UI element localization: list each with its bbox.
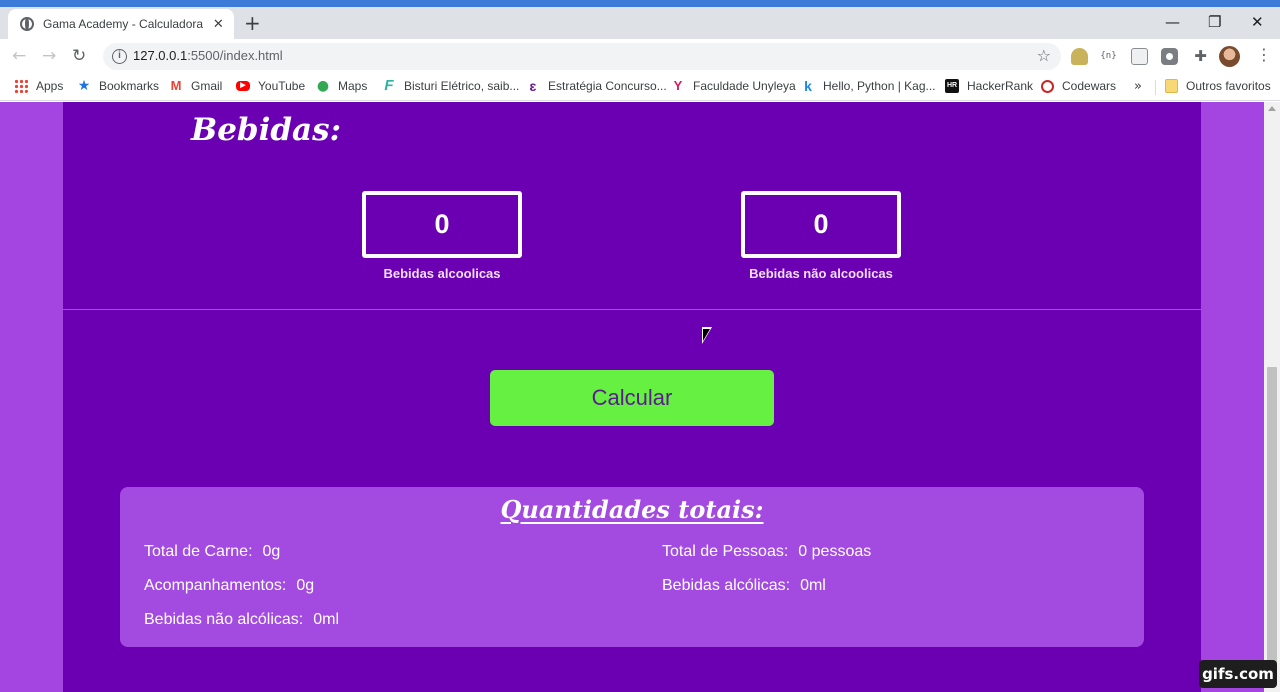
devtools-extension-icon[interactable] [1131, 48, 1148, 65]
scroll-up-arrow-icon[interactable] [1268, 106, 1276, 111]
bookmark-hackerrank[interactable]: HR HackerRank [945, 79, 1033, 93]
result-label: Bebidas alcólicas: [662, 577, 791, 594]
result-total-pessoas: Total de Pessoas: 0 pessoas [662, 543, 871, 561]
browser-tab[interactable]: Gama Academy - Calculadora de ✕ [8, 9, 234, 39]
bookmark-maps[interactable]: ● Maps [316, 79, 367, 93]
browser-menu-icon[interactable]: ⋮ [1256, 45, 1272, 65]
result-value: 0ml [313, 611, 339, 628]
bookmark-gmail[interactable]: M Gmail [169, 78, 223, 94]
scroll-thumb[interactable] [1267, 367, 1277, 667]
section-divider [63, 309, 1201, 310]
codewars-icon [1041, 79, 1054, 93]
close-tab-icon[interactable]: ✕ [211, 17, 226, 32]
hackerrank-icon: HR [945, 79, 959, 93]
bookmark-label: Hello, Python | Kag... [823, 79, 936, 93]
star-icon: ★ [77, 78, 91, 94]
minimize-button[interactable]: — [1165, 13, 1180, 31]
bookmark-estrategia[interactable]: ɛ Estratégia Concurso... [526, 79, 667, 93]
url-text: 127.0.0.1:5500/index.html [133, 48, 283, 63]
alcoholic-drinks-label: Bebidas alcoolicas [383, 266, 501, 281]
result-value: 0g [262, 543, 281, 560]
non-alcoholic-drinks-input[interactable]: 0 [741, 191, 901, 258]
unyleya-icon: Y [673, 78, 683, 93]
calculate-button[interactable]: Calcular [490, 370, 774, 426]
f-logo-icon: F [384, 77, 394, 94]
extensions-puzzle-icon[interactable]: ✚ [1192, 48, 1209, 65]
bookmark-bookmarks[interactable]: ★ Bookmarks [77, 79, 159, 93]
page-viewport: Bebidas: 0 Bebidas alcoolicas 0 Bebidas … [0, 102, 1264, 692]
result-value: 0 pessoas [798, 543, 872, 560]
mouse-cursor-icon [702, 327, 712, 344]
restore-button[interactable]: ❐ [1208, 13, 1221, 31]
bookmark-other-folder[interactable]: Outros favoritos [1165, 79, 1271, 93]
gmail-icon: M [170, 78, 182, 93]
json-extension-icon[interactable]: {n} [1100, 48, 1117, 65]
bookmark-label: Gmail [191, 79, 223, 93]
url-host: 127.0.0.1 [133, 48, 188, 63]
browser-toolbar: ← → ↻ i 127.0.0.1:5500/index.html ☆ {n} … [0, 39, 1280, 74]
site-info-icon[interactable]: i [112, 49, 127, 64]
extension-icon[interactable] [1071, 48, 1088, 65]
bookmark-label: YouTube [258, 79, 306, 93]
maps-pin-icon: ● [316, 78, 330, 94]
new-tab-button[interactable]: + [244, 13, 261, 33]
bookmark-label: Apps [36, 79, 64, 93]
camera-extension-icon[interactable] [1161, 48, 1178, 65]
tab-title: Gama Academy - Calculadora de [43, 17, 205, 31]
bookmark-codewars[interactable]: Codewars [1041, 79, 1116, 93]
result-bebidas-nao-alcoolicas: Bebidas não alcólicas: 0ml [144, 611, 339, 629]
result-total-carne: Total de Carne: 0g [144, 543, 280, 561]
apps-grid-icon [14, 79, 28, 93]
url-path: :5500/index.html [187, 48, 283, 63]
window-close-button[interactable]: ✕ [1251, 13, 1264, 31]
bookmark-apps[interactable]: Apps [14, 79, 63, 93]
reload-button[interactable]: ↻ [72, 46, 86, 66]
bookmark-label: Outros favoritos [1186, 79, 1271, 93]
bookmarks-separator [1155, 80, 1156, 95]
bookmark-label: HackerRank [967, 79, 1034, 93]
bookmark-label: Faculdade Unyleya [693, 79, 796, 93]
back-button[interactable]: ← [12, 46, 26, 66]
bookmark-star-icon[interactable]: ☆ [1037, 46, 1051, 65]
non-alcoholic-drinks-label: Bebidas não alcoolicas [749, 266, 893, 281]
window-top-border [0, 0, 1280, 7]
bookmark-youtube[interactable]: ▶ YouTube [236, 79, 305, 93]
bookmarks-bar: Apps ★ Bookmarks M Gmail ▶ YouTube ● Map… [0, 74, 1280, 101]
alcoholic-drinks-input[interactable]: 0 [362, 191, 522, 258]
folder-icon [1165, 79, 1178, 93]
result-bebidas-alcoolicas: Bebidas alcólicas: 0ml [662, 577, 826, 595]
results-title: Quantidades totais: [500, 495, 764, 524]
result-acompanhamentos: Acompanhamentos: 0g [144, 577, 314, 595]
address-bar[interactable]: i 127.0.0.1:5500/index.html ☆ [103, 43, 1061, 70]
kaggle-icon: k [804, 78, 812, 94]
bookmark-label: Codewars [1062, 79, 1117, 93]
section-title: Bebidas: [191, 112, 342, 148]
youtube-icon: ▶ [236, 81, 250, 91]
profile-avatar[interactable] [1219, 46, 1240, 67]
estrategia-icon: ɛ [529, 78, 537, 94]
bookmark-label: Estratégia Concurso... [548, 79, 667, 93]
result-label: Total de Pessoas: [662, 543, 789, 560]
forward-button[interactable]: → [42, 46, 56, 66]
gifs-watermark: gifs.com [1199, 660, 1277, 688]
calculator-panel: Bebidas: 0 Bebidas alcoolicas 0 Bebidas … [63, 102, 1201, 692]
result-value: 0g [296, 577, 315, 594]
tab-bar: Gama Academy - Calculadora de ✕ + — ❐ ✕ [0, 7, 1280, 39]
result-label: Total de Carne: [144, 543, 253, 560]
bookmark-label: Bookmarks [99, 79, 160, 93]
result-value: 0ml [800, 577, 826, 594]
bookmark-label: Maps [338, 79, 368, 93]
bookmark-unyleya[interactable]: Y Faculdade Unyleya [671, 78, 796, 94]
bookmark-kaggle[interactable]: k Hello, Python | Kag... [801, 78, 936, 94]
results-card: Quantidades totais: Total de Carne: 0g Ac… [120, 487, 1144, 647]
globe-icon [20, 17, 34, 31]
result-label: Bebidas não alcólicas: [144, 611, 304, 628]
result-label: Acompanhamentos: [144, 577, 287, 594]
page-scrollbar[interactable] [1264, 102, 1280, 692]
bookmark-label: Bisturi Elétrico, saib... [404, 79, 520, 93]
bookmark-bisturi[interactable]: F Bisturi Elétrico, saib... [382, 77, 520, 94]
more-bookmarks-icon[interactable]: » [1134, 79, 1142, 94]
